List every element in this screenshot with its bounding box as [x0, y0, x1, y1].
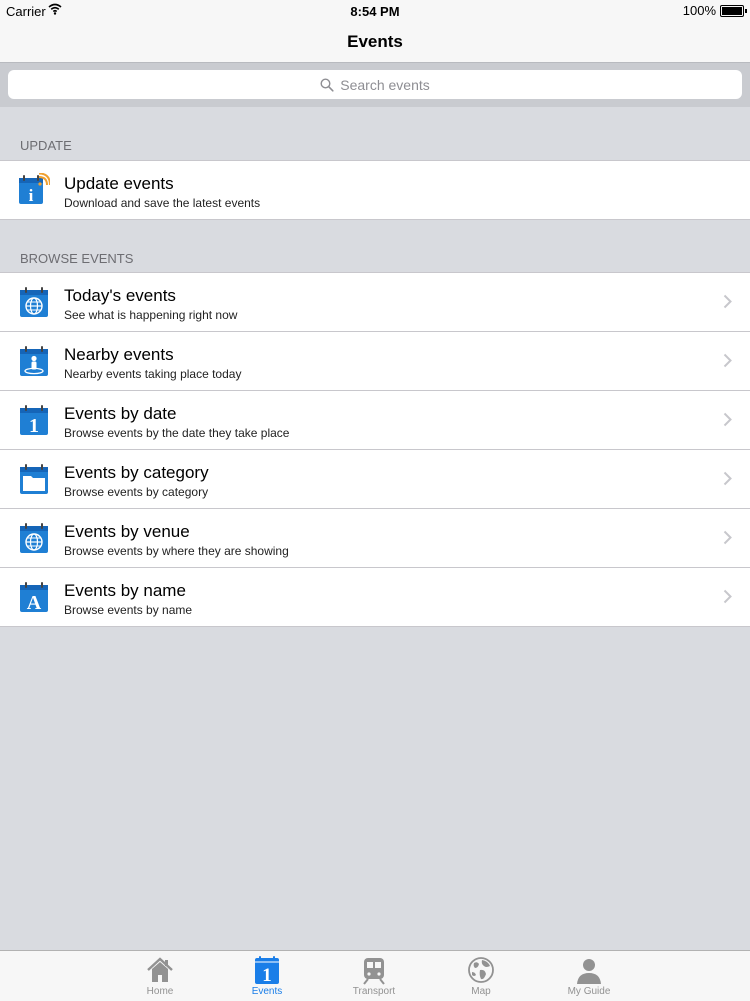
svg-text:A: A — [27, 592, 42, 614]
row-title: Events by date — [64, 404, 177, 423]
search-placeholder: Search events — [340, 76, 430, 93]
chevron-right-icon — [723, 589, 732, 604]
globe-icon — [468, 957, 494, 983]
row-update-events[interactable]: i Update events Download and save the la… — [0, 161, 750, 219]
section-header-update: UPDATE — [20, 138, 72, 153]
row-subtitle: Browse events by name — [64, 603, 193, 617]
train-icon — [363, 958, 385, 985]
globe-calendar-icon — [20, 523, 48, 553]
search-bar: Search events — [0, 62, 750, 107]
tab-home[interactable]: Home — [120, 955, 200, 997]
person-icon — [577, 959, 601, 984]
row-subtitle: Browse events by the date they take plac… — [64, 426, 290, 440]
status-bar: Carrier 8:54 PM 100% — [0, 0, 750, 22]
row-title: Events by name — [64, 581, 186, 600]
battery-icon — [720, 4, 747, 17]
row-title: Today's events — [64, 286, 176, 305]
tab-label: Events — [251, 986, 283, 997]
tab-bar: Home 1 Events Transport Map My Guide — [0, 950, 750, 1001]
tab-label: Transport — [352, 986, 396, 997]
person-calendar-icon — [20, 346, 48, 376]
row-title: Events by category — [64, 463, 209, 482]
navigation-bar: Events — [0, 22, 750, 62]
update-group: i Update events Download and save the la… — [0, 160, 750, 220]
row-events-by-date[interactable]: 1 Events by date Browse events by the da… — [0, 391, 750, 450]
tab-label: Map — [471, 986, 491, 997]
row-subtitle: Download and save the latest events — [64, 196, 261, 210]
svg-text:1: 1 — [29, 415, 39, 437]
chevron-right-icon — [723, 530, 732, 545]
row-subtitle: Browse events by category — [64, 485, 209, 499]
row-subtitle: Nearby events taking place today — [64, 367, 242, 381]
svg-text:i: i — [29, 186, 34, 205]
chevron-right-icon — [723, 412, 732, 427]
update-calendar-icon: i — [19, 173, 50, 205]
row-events-by-category[interactable]: Events by category Browse events by cate… — [0, 450, 750, 509]
search-input[interactable]: Search events — [8, 70, 742, 99]
battery-indicator: 100% — [682, 3, 747, 18]
row-subtitle: See what is happening right now — [64, 308, 238, 322]
tab-label: Home — [146, 986, 174, 997]
row-subtitle: Browse events by where they are showing — [64, 544, 289, 558]
search-icon — [320, 77, 334, 92]
row-nearby-events[interactable]: Nearby events Nearby events taking place… — [0, 332, 750, 391]
row-todays-events[interactable]: Today's events See what is happening rig… — [0, 273, 750, 332]
row-events-by-name[interactable]: A Events by name Browse events by name — [0, 568, 750, 626]
row-title: Update events — [64, 174, 174, 193]
chevron-right-icon — [723, 353, 732, 368]
tab-my-guide[interactable]: My Guide — [549, 955, 629, 997]
tab-label: My Guide — [567, 986, 611, 997]
chevron-right-icon — [723, 294, 732, 309]
letter-calendar-icon: A — [20, 582, 48, 614]
globe-calendar-icon — [20, 287, 48, 317]
home-icon — [147, 957, 173, 982]
date-calendar-icon: 1 — [20, 405, 48, 437]
browse-group: Today's events See what is happening rig… — [0, 272, 750, 627]
calendar-icon: 1 — [255, 956, 279, 985]
row-events-by-venue[interactable]: Events by venue Browse events by where t… — [0, 509, 750, 568]
chevron-right-icon — [723, 471, 732, 486]
battery-percent: 100% — [682, 3, 716, 18]
clock: 8:54 PM — [350, 4, 400, 19]
row-title: Nearby events — [64, 345, 174, 364]
tab-map[interactable]: Map — [441, 955, 521, 997]
folder-calendar-icon — [20, 464, 48, 494]
tab-events[interactable]: 1 Events — [227, 955, 307, 997]
tab-transport[interactable]: Transport — [334, 955, 414, 997]
page-title: Events — [347, 32, 403, 51]
svg-text:1: 1 — [262, 965, 272, 985]
row-title: Events by venue — [64, 522, 190, 541]
section-header-browse: BROWSE EVENTS — [20, 251, 134, 266]
